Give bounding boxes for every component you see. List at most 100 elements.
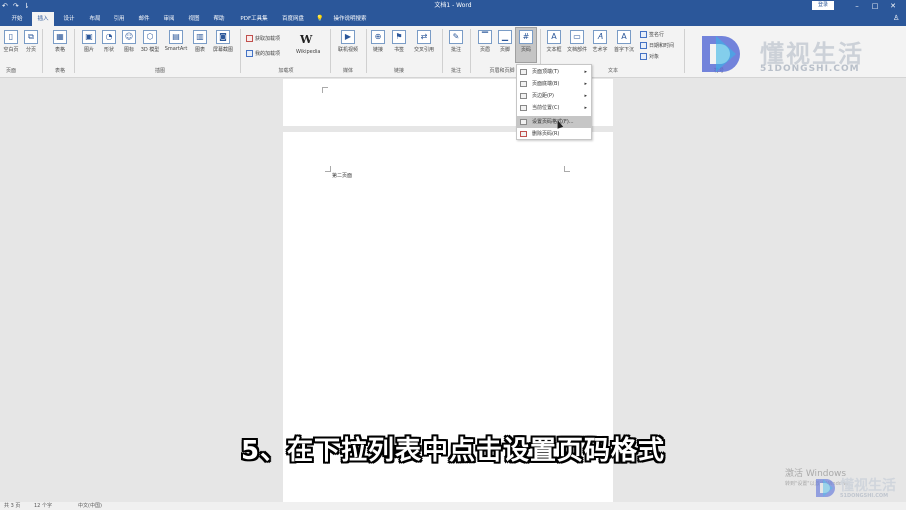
wikipedia-icon: W <box>300 33 313 46</box>
page-number-icon: # <box>519 30 533 44</box>
group-label-header-footer: 页眉和页脚 <box>489 68 515 74</box>
group-label-links: 链接 <box>393 68 404 74</box>
calendar-icon <box>640 42 647 49</box>
wordart-icon: 𝐴 <box>593 30 607 44</box>
tell-me-search[interactable]: 操作说明搜索 <box>328 12 372 26</box>
title-bar: ↶ ↷ ⇂ 文档1 - Word 登录 – □ ✕ <box>0 0 906 12</box>
ribbon-tabs: 开始 插入 设计 布局 引用 邮件 审阅 视图 帮助 PDF工具集 百度网盘 💡… <box>0 12 906 26</box>
textbox-button[interactable]: A 文本框 <box>544 30 564 53</box>
menu-item-page-margins[interactable]: 页边距(P) ▸ <box>517 90 591 102</box>
tab-layout[interactable]: 布局 <box>84 12 106 26</box>
group-label-media: 媒体 <box>342 68 353 74</box>
status-word-count[interactable]: 12 个字 <box>34 502 52 510</box>
submenu-arrow-icon: ▸ <box>584 81 587 87</box>
addins-icon <box>246 50 253 57</box>
page-margins-icon <box>520 93 527 99</box>
status-language[interactable]: 中文(中国) <box>78 502 102 510</box>
page-number-button[interactable]: # 页码 <box>516 30 536 53</box>
object-icon <box>640 53 647 60</box>
cross-reference-button[interactable]: ⇄ 交叉引用 <box>410 30 438 53</box>
restore-button[interactable]: □ <box>868 0 882 12</box>
tab-home[interactable]: 开始 <box>6 12 28 26</box>
shapes-button[interactable]: ◔ 形状 <box>100 30 118 53</box>
group-separator <box>74 29 75 73</box>
submenu-arrow-icon: ▸ <box>584 69 587 75</box>
logo-mark-icon <box>816 479 835 497</box>
tab-baidu-netdisk[interactable]: 百度网盘 <box>278 12 308 26</box>
wordart-button[interactable]: 𝐴 艺术字 <box>590 30 610 53</box>
online-video-button[interactable]: ▶ 联机视频 <box>334 30 362 53</box>
format-page-numbers-icon <box>520 119 527 125</box>
group-separator <box>42 29 43 73</box>
header-button[interactable]: ▔ 页眉 <box>476 30 494 53</box>
quick-parts-icon: ▭ <box>570 30 584 44</box>
page-body-text: 第二页面 <box>332 173 353 179</box>
video-icon: ▶ <box>341 30 355 44</box>
site-logo: 懂视生活 51DONGSHI.COM <box>698 32 888 76</box>
group-separator <box>366 29 367 73</box>
submenu-arrow-icon: ▸ <box>584 105 587 111</box>
smartart-button[interactable]: ▤ SmartArt <box>162 30 190 52</box>
footer-button[interactable]: ▁ 页脚 <box>496 30 514 53</box>
status-page-count[interactable]: 共 3 页 <box>4 502 20 510</box>
page-break-icon: ⧉ <box>24 30 38 44</box>
menu-item-format-page-numbers[interactable]: 设置页码格式(F)... <box>517 116 591 128</box>
tab-pdf-tools[interactable]: PDF工具集 <box>236 12 272 26</box>
store-icon <box>246 35 253 42</box>
get-addins-button[interactable]: 获取加载项 <box>246 35 280 42</box>
textbox-icon: A <box>547 30 561 44</box>
table-icon: ▦ <box>53 30 67 44</box>
header-icon: ▔ <box>478 30 492 44</box>
table-button[interactable]: ▦ 表格 <box>50 30 70 53</box>
logo-text-cn: 懂视生活 <box>840 478 896 494</box>
tab-design[interactable]: 设计 <box>58 12 80 26</box>
cross-reference-icon: ⇄ <box>417 30 431 44</box>
group-label-text: 文本 <box>607 68 618 74</box>
comment-button[interactable]: ✎ 批注 <box>446 30 466 53</box>
menu-item-current-position[interactable]: 当前位置(C) ▸ <box>517 102 591 114</box>
bookmark-button[interactable]: ⚑ 书签 <box>390 30 408 53</box>
close-button[interactable]: ✕ <box>886 0 900 12</box>
logo-mark-icon <box>702 36 740 72</box>
smartart-icon: ▤ <box>169 30 183 44</box>
menu-item-top-of-page[interactable]: 页面顶端(T) ▸ <box>517 66 591 78</box>
comment-icon: ✎ <box>449 30 463 44</box>
screenshot-button[interactable]: ◙ 屏幕截图 <box>210 30 236 53</box>
blank-page-button[interactable]: ▯ 空白页 <box>2 30 20 53</box>
logo-text-en: 51DONGSHI.COM <box>840 493 889 499</box>
user-icon[interactable]: ♙ <box>893 14 899 22</box>
login-button[interactable]: 登录 <box>812 1 834 10</box>
tab-mailings[interactable]: 邮件 <box>133 12 155 26</box>
chart-button[interactable]: ▥ 图表 <box>192 30 208 53</box>
tab-insert[interactable]: 插入 <box>32 12 54 26</box>
group-separator <box>240 29 241 73</box>
dropcap-icon: A <box>617 30 631 44</box>
window-title: 文档1 - Word <box>434 2 472 9</box>
date-time-button[interactable]: 日期和时间 <box>640 42 674 49</box>
signature-line-button[interactable]: 签名行 <box>640 31 664 38</box>
minimize-button[interactable]: – <box>850 0 864 12</box>
tab-references[interactable]: 引用 <box>108 12 130 26</box>
dropcap-button[interactable]: A 首字下沉 <box>612 30 636 53</box>
icons-icon: ☺ <box>122 30 136 44</box>
page-break-button[interactable]: ⧉ 分页 <box>22 30 40 53</box>
signature-icon <box>640 31 647 38</box>
camera-icon: ◙ <box>216 30 230 44</box>
icons-button[interactable]: ☺ 图标 <box>120 30 138 53</box>
3d-model-button[interactable]: ⬡ 3D 模型 <box>140 30 160 53</box>
menu-item-remove-page-numbers[interactable]: 删除页码(R) <box>517 128 591 140</box>
page-number-dropdown: 页面顶端(T) ▸ 页面底端(B) ▸ 页边距(P) ▸ 当前位置(C) ▸ 设置页码格… <box>516 64 592 140</box>
margin-corner-mark <box>564 166 570 172</box>
my-addins-button[interactable]: 我的加载项 <box>246 50 280 57</box>
wikipedia-button[interactable]: Wikipedia <box>296 49 320 55</box>
tab-help[interactable]: 帮助 <box>208 12 230 26</box>
group-separator <box>330 29 331 73</box>
tab-review[interactable]: 审阅 <box>158 12 180 26</box>
link-button[interactable]: ⊕ 链接 <box>370 30 386 53</box>
tab-view[interactable]: 视图 <box>183 12 205 26</box>
picture-button[interactable]: ▣ 图片 <box>80 30 98 53</box>
quick-parts-button[interactable]: ▭ 文档部件 <box>566 30 588 53</box>
ribbon: ▯ 空白页 ⧉ 分页 页面 ▦ 表格 表格 ▣ 图片 ◔ 形状 ☺ 图标 ⬡ 3D 模型 ▤ S… <box>0 26 906 78</box>
menu-item-bottom-of-page[interactable]: 页面底端(B) ▸ <box>517 78 591 90</box>
object-button[interactable]: 对象 <box>640 53 659 60</box>
